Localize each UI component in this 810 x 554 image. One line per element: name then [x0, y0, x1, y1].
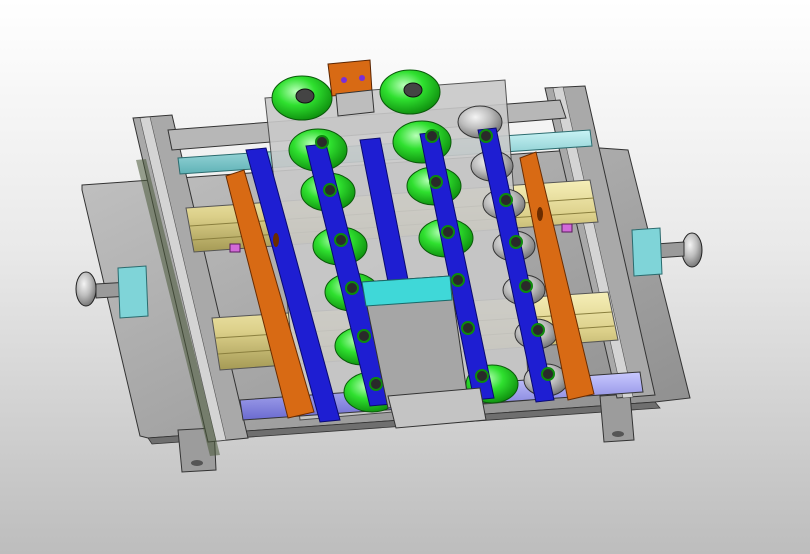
cad-viewport[interactable] [0, 0, 810, 554]
pulley-wheel-icon[interactable] [379, 69, 441, 115]
conveyor-assembly-model[interactable] [0, 0, 810, 554]
hand-knob-icon[interactable] [631, 227, 703, 277]
pulley-wheel-icon[interactable] [271, 75, 333, 121]
